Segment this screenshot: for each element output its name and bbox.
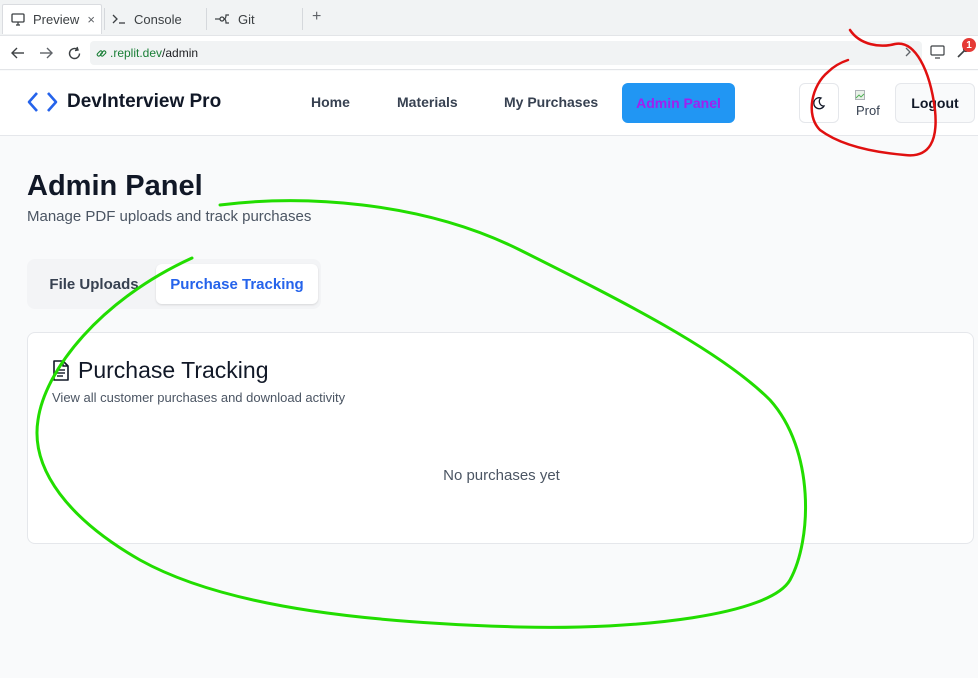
page-title: Admin Panel xyxy=(27,170,203,202)
tab-purchase-tracking[interactable]: Purchase Tracking xyxy=(156,264,318,304)
brand-logo[interactable]: DevInterview Pro xyxy=(27,91,221,113)
terminal-icon xyxy=(112,13,126,25)
card-subtitle: View all customer purchases and download… xyxy=(52,390,346,405)
nav-my-purchases[interactable]: My Purchases xyxy=(504,94,598,110)
app-header: DevInterview Pro Home Materials My Purch… xyxy=(0,71,978,136)
reload-icon[interactable] xyxy=(65,44,83,62)
broken-image-icon xyxy=(855,88,865,100)
notification-badge: 1 xyxy=(962,38,976,52)
address-bar-row: .replit.dev/admin xyxy=(0,36,978,70)
link-icon xyxy=(96,48,107,59)
device-icon[interactable] xyxy=(930,45,945,64)
logout-button[interactable]: Logout xyxy=(895,83,975,123)
tab-git[interactable]: Git xyxy=(206,4,302,34)
tab-label: Git xyxy=(238,11,255,27)
page-subtitle: Manage PDF uploads and track purchases xyxy=(27,208,312,225)
back-arrow-icon[interactable] xyxy=(9,44,27,62)
tab-divider xyxy=(302,8,303,30)
browser-tab-bar: Preview × Console Git + xyxy=(0,0,978,36)
tab-label: Console xyxy=(134,11,182,27)
close-icon[interactable]: × xyxy=(87,12,95,27)
avatar[interactable]: Prof xyxy=(854,87,886,119)
document-icon xyxy=(52,359,70,382)
card-header: Purchase Tracking xyxy=(52,357,268,384)
moon-icon xyxy=(812,96,826,110)
admin-panel-button[interactable]: Admin Panel xyxy=(622,83,735,123)
url-field[interactable]: .replit.dev/admin xyxy=(90,41,922,65)
forward-arrow-icon[interactable] xyxy=(37,44,55,62)
tab-label: Preview xyxy=(33,12,80,27)
empty-state-text: No purchases yet xyxy=(443,467,560,484)
purchase-tracking-card: Purchase Tracking View all customer purc… xyxy=(27,332,974,544)
theme-toggle-button[interactable] xyxy=(799,83,839,123)
nav-materials[interactable]: Materials xyxy=(397,94,458,110)
chevron-right-icon[interactable] xyxy=(904,45,912,63)
url-domain: .replit.dev xyxy=(110,46,163,60)
tab-console[interactable]: Console xyxy=(104,4,204,34)
new-tab-button[interactable]: + xyxy=(312,8,321,26)
tab-preview[interactable]: Preview × xyxy=(2,4,102,34)
url-path: /admin xyxy=(162,46,199,60)
admin-tabs: File Uploads Purchase Tracking xyxy=(27,259,321,309)
code-brackets-icon xyxy=(27,91,58,113)
nav-home[interactable]: Home xyxy=(311,94,350,110)
card-title: Purchase Tracking xyxy=(78,357,269,383)
avatar-alt-text: Prof xyxy=(856,103,880,118)
git-icon xyxy=(214,12,230,26)
brand-name: DevInterview Pro xyxy=(67,91,222,112)
tab-file-uploads[interactable]: File Uploads xyxy=(33,264,155,304)
monitor-icon xyxy=(11,13,25,26)
